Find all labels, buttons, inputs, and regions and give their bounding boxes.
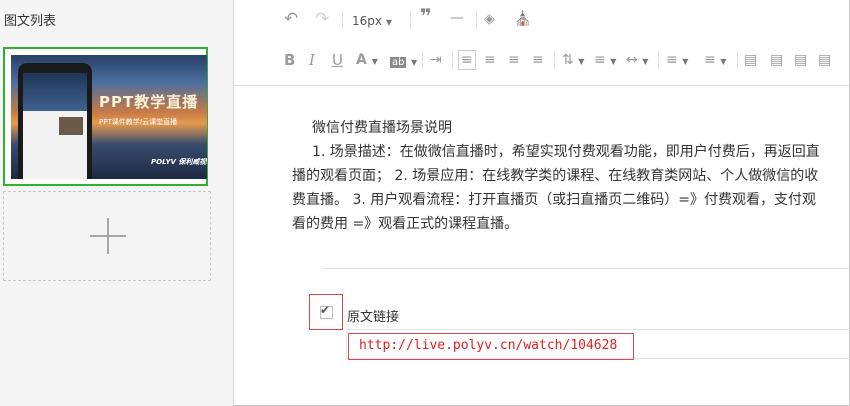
float-right-icon[interactable]: ▤ <box>794 52 807 68</box>
sidebar-title: 图文列表 <box>4 14 57 29</box>
source-url-value: http://live.polyv.cn/watch/104628 <box>359 338 618 353</box>
align-center-icon[interactable]: ≡ <box>484 52 496 68</box>
editor-content[interactable]: 微信付费直播场景说明 1. 场景描述：在做微信直播时，希望实现付费观看功能，即用… <box>292 116 827 236</box>
italic-icon[interactable]: I <box>309 52 315 68</box>
clear-format-icon[interactable]: ◈ <box>484 11 495 27</box>
article-body: 1. 场景描述：在做微信直播时，希望实现付费观看功能，即用户付费后，再返回直播的… <box>292 144 820 232</box>
float-center-icon[interactable]: ▤ <box>818 52 831 68</box>
indent-icon[interactable]: ⇥ <box>430 52 442 68</box>
font-color-icon[interactable]: A ▼ <box>356 52 378 70</box>
redo-icon[interactable]: ↷ <box>315 11 329 28</box>
thumbnail-heading: PPT教学直播 <box>99 93 199 111</box>
justify-icon[interactable]: ≡ <box>532 52 544 68</box>
phone-illustration <box>18 63 92 179</box>
divider <box>322 268 849 269</box>
article-thumbnail-card[interactable]: PPT教学直播 PPT课件教学/云课堂直播 POLYV 保利威视 <box>3 47 208 186</box>
line-height-icon[interactable]: ⇅ ▼ <box>562 52 584 70</box>
format-painter-icon[interactable]: ⛪ <box>514 11 531 27</box>
align-left-icon[interactable]: ≡ <box>458 50 476 70</box>
letter-spacing-icon[interactable]: ↔ ▼ <box>626 52 648 70</box>
presenter-photo <box>59 117 83 135</box>
sidebar: 图文列表 PPT教学直播 PPT课件教学/云课堂直播 POLYV 保利威视 <box>0 0 234 406</box>
plus-icon <box>90 218 126 254</box>
article-title: 微信付费直播场景说明 <box>312 120 452 136</box>
checkmark-icon: ✔ <box>320 303 331 317</box>
add-article-button[interactable] <box>3 191 211 281</box>
editor-toolbar: ↶ ↷ 16px ▼ ❞ — ◈ ⛪ B I U A ▼ ab ▼ ⇥ ≡ ≡ … <box>234 0 849 86</box>
thumbnail-subheading: PPT课件教学/云课堂直播 <box>99 118 178 126</box>
source-link-label: 原文链接 <box>347 310 400 325</box>
font-size-select[interactable]: 16px ▼ <box>352 13 392 31</box>
chevron-down-icon: ▼ <box>385 18 392 27</box>
background-color-icon[interactable]: ab ▼ <box>390 53 417 71</box>
float-left-icon[interactable]: ▤ <box>744 52 757 68</box>
source-link-checkbox-highlight: ✔ <box>309 294 343 330</box>
article-thumbnail-image: PPT教学直播 PPT课件教学/云课堂直播 POLYV 保利威视 <box>11 55 207 179</box>
unordered-list-icon[interactable]: ≡ ▼ <box>704 52 726 70</box>
quote-icon[interactable]: ❞ <box>420 6 432 26</box>
underline-icon[interactable]: U <box>332 52 343 68</box>
align-right-icon[interactable]: ≡ <box>508 52 520 68</box>
horizontal-rule-icon[interactable]: — <box>450 10 464 26</box>
source-url-highlight: http://live.polyv.cn/watch/104628 <box>348 333 634 360</box>
float-none-icon[interactable]: ▤ <box>770 52 783 68</box>
font-size-value: 16px <box>352 14 382 28</box>
source-link-checkbox[interactable]: ✔ <box>320 303 333 319</box>
paragraph-spacing-icon[interactable]: ≡ ▼ <box>594 52 616 70</box>
undo-icon[interactable]: ↶ <box>284 11 298 28</box>
thumbnail-logo: POLYV 保利威视 <box>151 158 207 166</box>
bold-icon[interactable]: B <box>284 52 295 68</box>
ordered-list-icon[interactable]: ≡ ▼ <box>666 52 688 70</box>
